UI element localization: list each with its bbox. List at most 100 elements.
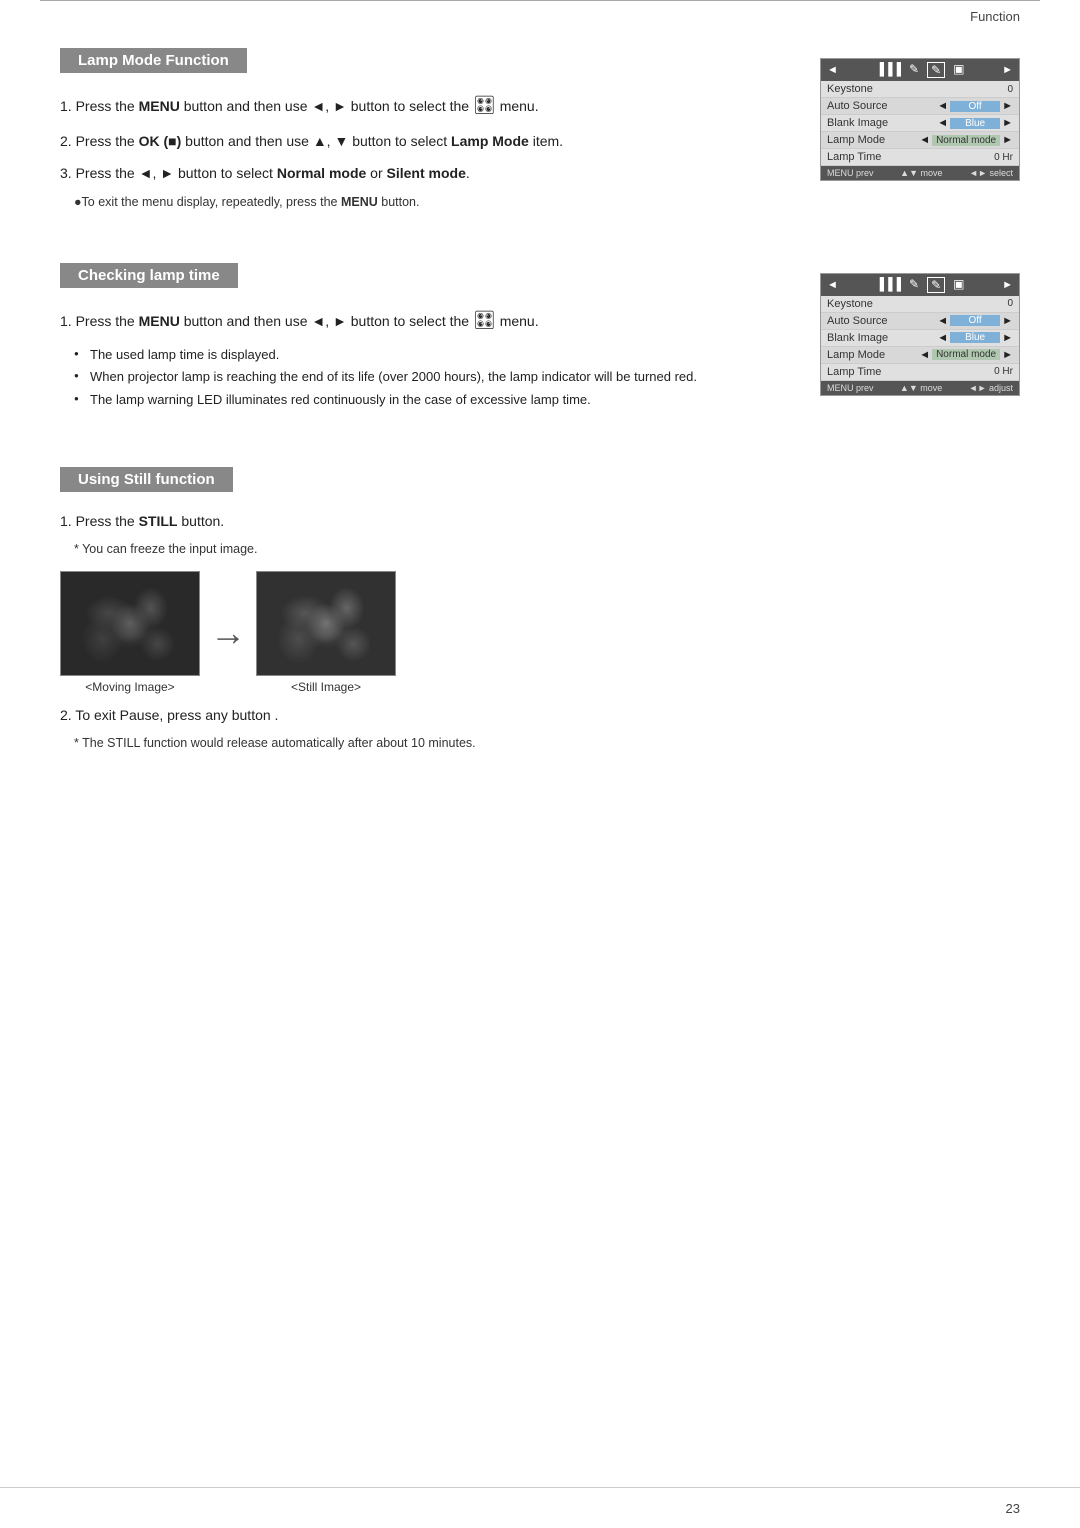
c-icon3-active: ✎ <box>927 277 945 293</box>
mh-left: ◄ <box>827 64 838 76</box>
checking-bullet-list: The used lamp time is displayed. When pr… <box>78 344 790 410</box>
c-as-val: Off <box>950 315 1000 326</box>
menu-row-autosource: Auto Source ◄ Off ► <box>821 98 1019 115</box>
lamptime-label: Lamp Time <box>827 151 881 163</box>
c-blankimage-value: ◄ Blue ► <box>937 332 1013 344</box>
step2-text1: button and then use ▲, ▼ button to selec… <box>181 133 451 149</box>
section-lamp-mode: Lamp Mode Function 1. Press the MENU but… <box>60 48 1020 213</box>
menu-box-header1: ◄ ▐▐▐ ✎ ✎ ▣ ► <box>821 59 1019 81</box>
c-menu-row-lampmode: Lamp Mode ◄ Normal mode ► <box>821 347 1019 364</box>
bi-left: ◄ <box>937 117 948 129</box>
as-left: ◄ <box>937 100 948 112</box>
c-lamptime-value: 0 Hr <box>973 366 1013 377</box>
c-lm-right: ► <box>1002 349 1013 361</box>
as-val: Off <box>950 101 1000 112</box>
ss1-num: 1. Press the <box>60 513 139 529</box>
keystone-label: Keystone <box>827 83 873 95</box>
lamptime-value: 0 Hr <box>973 152 1013 163</box>
still-note2-text: * The STILL function would release autom… <box>74 736 476 750</box>
checking-lamp-menu: ◄ ▐▐▐ ✎ ✎ ▣ ► Keystone 0 A <box>820 273 1020 396</box>
c-lampmode-label: Lamp Mode <box>827 349 885 361</box>
lamp-mode-header: Lamp Mode Function <box>60 48 247 73</box>
step3-text1: or <box>366 165 386 181</box>
c-bi-left: ◄ <box>937 332 948 344</box>
step1-num: 1. Press the <box>60 98 139 114</box>
still-step1: 1. Press the STILL button. <box>60 510 1020 532</box>
c-icon2: ✎ <box>909 277 919 293</box>
c-menu-row-keystone: Keystone 0 <box>821 296 1019 313</box>
keystone-value: 0 <box>973 84 1013 95</box>
still-caption-text: <Still Image> <box>291 680 361 694</box>
section-checking-lamp: Checking lamp time 1. Press the MENU but… <box>60 263 1020 417</box>
c-icon4: ▣ <box>953 277 964 293</box>
page-number: 23 <box>1006 1501 1020 1516</box>
still-function-header: Using Still function <box>60 467 233 492</box>
still-image-container: <Still Image> <box>256 571 396 694</box>
icon3-active: ✎ <box>927 62 945 78</box>
lm-right: ► <box>1002 134 1013 146</box>
arrow-icon: → <box>200 612 256 654</box>
ss2-text: To exit Pause, press any button . <box>75 707 278 723</box>
moving-flower <box>61 572 199 675</box>
lamp-mode-note: ●To exit the menu display, repeatedly, p… <box>74 195 790 209</box>
ss2-num: 2. <box>60 707 75 723</box>
mf-move: ▲▼ move <box>900 168 942 178</box>
main-content: Lamp Mode Function 1. Press the MENU but… <box>0 28 1080 860</box>
cs1-num: 1. Press the <box>60 313 139 329</box>
still-note2: * The STILL function would release autom… <box>74 736 1020 750</box>
bullet-item-3: The lamp warning LED illuminates red con… <box>78 389 790 411</box>
menu-row-blankimage: Blank Image ◄ Blue ► <box>821 115 1019 132</box>
step1-text1: button and then use ◄, ► button to selec… <box>180 98 473 114</box>
cs1-text2: menu. <box>496 313 539 329</box>
menu-row-lamptime: Lamp Time 0 Hr <box>821 149 1019 166</box>
as-right: ► <box>1002 100 1013 112</box>
checking-menu-footer: MENU prev ▲▼ move ◄► adjust <box>821 381 1019 395</box>
checking-step1: 1. Press the MENU button and then use ◄,… <box>60 306 790 335</box>
bullet-item-2: When projector lamp is reaching the end … <box>78 366 790 388</box>
lamp-mode-step3: 3. Press the ◄, ► button to select Norma… <box>60 162 790 184</box>
ss1-text: button. <box>177 513 224 529</box>
menu-footer1: MENU prev ▲▼ move ◄► select <box>821 166 1019 180</box>
moving-image <box>60 571 200 676</box>
still-image-caption: <Still Image> <box>256 680 396 694</box>
bi-right: ► <box>1002 117 1013 129</box>
bullet-item-1: The used lamp time is displayed. <box>78 344 790 366</box>
moving-image-container: <Moving Image> <box>60 571 200 694</box>
lamp-mode-step1: 1. Press the MENU button and then use ◄,… <box>60 91 790 120</box>
icon2: ✎ <box>909 62 919 78</box>
lampmode-value: ◄ Normal mode ► <box>919 134 1013 146</box>
section-still-function: Using Still function 1. Press the STILL … <box>60 467 1020 751</box>
step3-bold1: Normal mode <box>277 165 366 181</box>
mf-prev: MENU prev <box>827 168 874 178</box>
c-lm-val: Normal mode <box>932 349 1000 360</box>
lamp-mode-menu: ◄ ▐▐▐ ✎ ✎ ▣ ► Keystone 0 A <box>820 58 1020 181</box>
c-mf-move: ▲▼ move <box>900 383 942 393</box>
autosource-value: ◄ Off ► <box>937 100 1013 112</box>
moving-caption-text: <Moving Image> <box>85 680 174 694</box>
lm-val: Normal mode <box>932 135 1000 146</box>
still-images-row: <Moving Image> → <Still Image> <box>60 571 1020 694</box>
still-flower <box>257 572 395 675</box>
step1-text2: menu. <box>496 98 539 114</box>
step2-bold1: OK (■) <box>139 133 182 149</box>
c-as-right: ► <box>1002 315 1013 327</box>
checking-lamp-left: Checking lamp time 1. Press the MENU but… <box>60 263 790 417</box>
moving-image-caption: <Moving Image> <box>60 680 200 694</box>
step2-num: 2. Press the <box>60 133 139 149</box>
c-menu-row-blankimage: Blank Image ◄ Blue ► <box>821 330 1019 347</box>
blankimage-value: ◄ Blue ► <box>937 117 1013 129</box>
still-step2: 2. To exit Pause, press any button . <box>60 704 1020 726</box>
still-note1: * You can freeze the input image. <box>74 542 1020 556</box>
c-mf-adjust: ◄► adjust <box>969 383 1013 393</box>
step2-bold2: Lamp Mode <box>451 133 529 149</box>
step1-icon: 🎛 <box>473 95 496 115</box>
checking-menu-header: ◄ ▐▐▐ ✎ ✎ ▣ ► <box>821 274 1019 296</box>
lamp-mode-step2: 2. Press the OK (■) button and then use … <box>60 130 790 152</box>
page-footer: 23 <box>1006 1501 1020 1516</box>
c-keystone-label: Keystone <box>827 298 873 310</box>
lamp-mode-menu-box: ◄ ▐▐▐ ✎ ✎ ▣ ► Keystone 0 A <box>820 58 1020 181</box>
still-image <box>256 571 396 676</box>
menu-header-icons: ▐▐▐ ✎ ✎ ▣ <box>876 62 965 78</box>
menu-row-keystone: Keystone 0 <box>821 81 1019 98</box>
c-bi-right: ► <box>1002 332 1013 344</box>
